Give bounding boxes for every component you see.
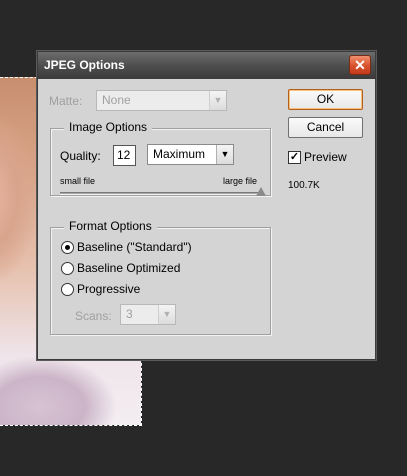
scans-value: 3	[126, 307, 133, 321]
chevron-down-icon: ▼	[216, 145, 233, 164]
cancel-button[interactable]: Cancel	[288, 117, 363, 138]
quality-input[interactable]: 12	[113, 145, 136, 166]
small-file-label: small file	[60, 176, 96, 186]
quality-slider-thumb[interactable]	[256, 187, 266, 196]
large-file-label: large file	[223, 176, 258, 186]
image-options-legend: Image Options	[64, 120, 153, 134]
baseline-radio[interactable]	[61, 241, 74, 254]
quality-value: 12	[117, 148, 131, 162]
chevron-down-icon: ▼	[158, 305, 175, 324]
jpeg-options-dialog: JPEG Options ✕ Matte: None ▼ Image Optio…	[37, 51, 376, 360]
quality-preset-select[interactable]: Maximum ▼	[147, 144, 234, 165]
preview-checkbox[interactable]: ✓	[288, 151, 301, 164]
quality-preset-value: Maximum	[153, 147, 206, 161]
scans-select[interactable]: 3 ▼	[120, 304, 176, 325]
baseline-optimized-radio[interactable]	[61, 262, 74, 275]
format-options-legend: Format Options	[64, 219, 157, 233]
dialog-body: Matte: None ▼ Image Options Quality: 12 …	[39, 79, 374, 358]
quality-slider-track[interactable]	[60, 192, 261, 195]
dialog-title: JPEG Options	[44, 58, 125, 72]
chevron-down-icon: ▼	[209, 91, 226, 110]
close-icon: ✕	[354, 57, 366, 73]
matte-label: Matte:	[49, 94, 83, 108]
baseline-label: Baseline ("Standard")	[77, 240, 192, 254]
scans-label: Scans:	[75, 309, 112, 323]
checkmark-icon: ✓	[289, 151, 300, 163]
progressive-radio[interactable]	[61, 283, 74, 296]
matte-select[interactable]: None ▼	[96, 90, 227, 111]
matte-select-value: None	[102, 93, 131, 107]
title-bar[interactable]: JPEG Options ✕	[38, 52, 375, 79]
ok-button[interactable]: OK	[288, 89, 363, 110]
baseline-optimized-label: Baseline Optimized	[77, 261, 181, 275]
close-button[interactable]: ✕	[349, 55, 371, 75]
preview-label: Preview	[304, 150, 347, 164]
quality-label: Quality:	[60, 149, 101, 163]
progressive-label: Progressive	[77, 282, 141, 296]
file-size-readout: 100.7K	[288, 180, 320, 191]
